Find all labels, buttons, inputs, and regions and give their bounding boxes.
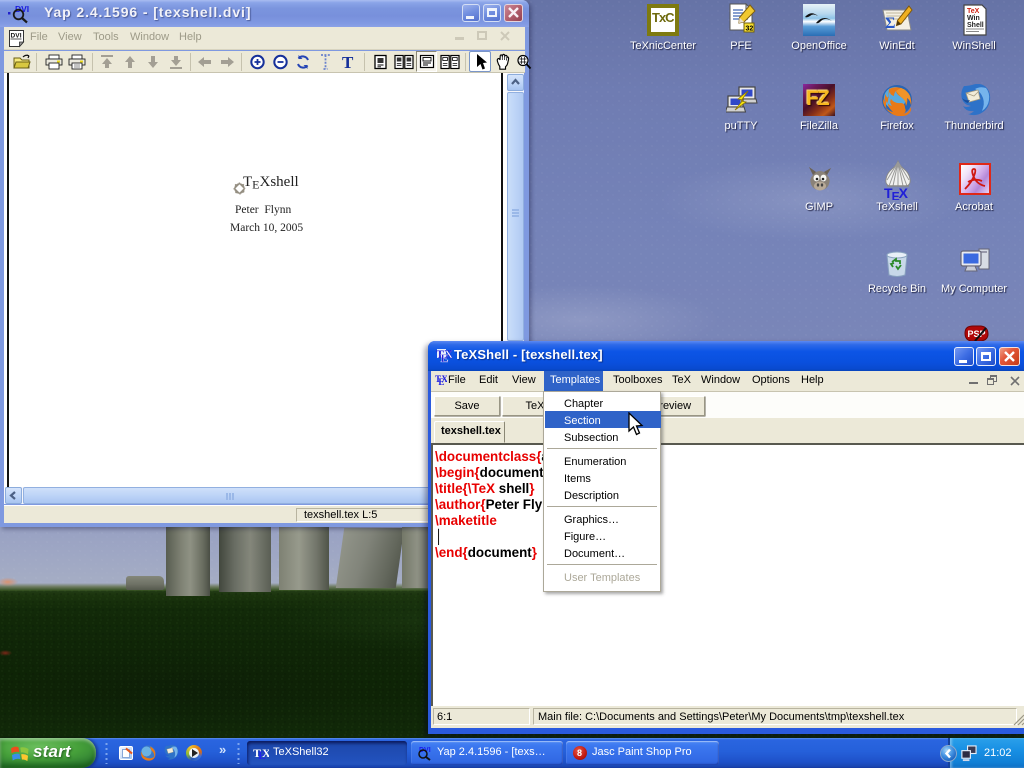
svg-text:Shell: Shell xyxy=(967,22,984,29)
svg-text:X: X xyxy=(262,746,269,760)
svg-text:DVI: DVI xyxy=(11,33,22,40)
svg-text:Σ: Σ xyxy=(885,15,895,32)
svg-text:T: T xyxy=(342,53,354,71)
svg-text:X: X xyxy=(441,374,447,384)
svg-text:X: X xyxy=(445,348,453,361)
svg-text:TEX: TEX xyxy=(884,185,909,200)
svg-text:32: 32 xyxy=(746,26,754,33)
svg-text:TeX: TeX xyxy=(967,8,980,15)
svg-text:Win: Win xyxy=(967,15,980,22)
